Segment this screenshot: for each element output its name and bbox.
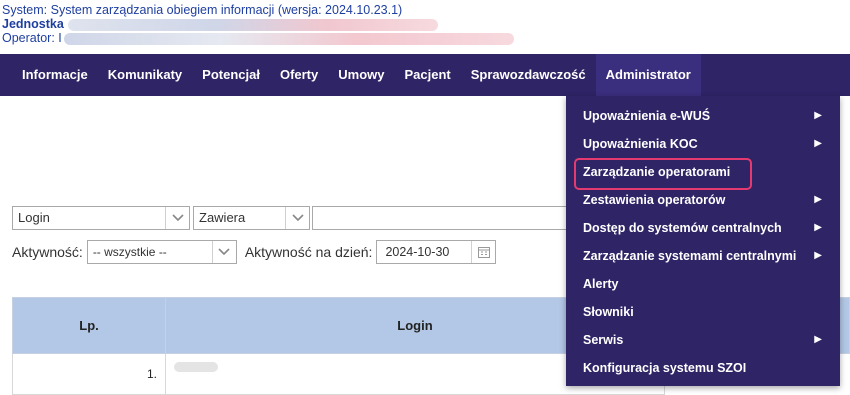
menu-item-zarzadzanie-systemami[interactable]: Zarządzanie systemami centralnymi ▶ [566,242,840,270]
operator-select-value: Zawiera [199,210,246,225]
calendar-icon[interactable] [471,241,495,263]
menu-item-label: Serwis [583,333,624,347]
administrator-menu: Upoważnienia e-WUŚ ▶ Upoważnienia KOC ▶ … [566,96,840,386]
system-line: System: System zarządzania obiegiem info… [2,3,514,17]
unit-label: Jednostka [2,17,64,31]
nav-item-informacje[interactable]: Informacje [12,54,98,96]
row-number: 1. [146,367,157,381]
menu-item-alerty[interactable]: Alerty [566,270,840,298]
nav-item-komunikaty[interactable]: Komunikaty [98,54,192,96]
menu-item-zarzadzanie-operatorami[interactable]: Zarządzanie operatorami [566,158,840,190]
field-select[interactable]: Login [12,206,190,230]
activity-select[interactable]: -- wszystkie -- [86,240,237,264]
activity-select-value: -- wszystkie -- [92,245,167,259]
menu-item-dostep-systemow[interactable]: Dostęp do systemów centralnych ▶ [566,214,840,242]
submenu-arrow-icon: ▶ [814,250,822,261]
nav-item-oferty[interactable]: Oferty [270,54,328,96]
menu-item-upowaznienia-ewus[interactable]: Upoważnienia e-WUŚ ▶ [566,102,840,130]
menu-item-zestawienia-operatorow[interactable]: Zestawienia operatorów ▶ [566,186,840,214]
system-version: (wersja: 2024.10.23.1) [277,3,403,17]
menu-item-label: Zarządzanie systemami centralnymi [583,249,797,263]
unit-redacted [67,18,438,31]
nav-item-sprawozdawczosc[interactable]: Sprawozdawczość [461,54,596,96]
menu-item-slowniki[interactable]: Słowniki [566,298,840,326]
menu-item-serwis[interactable]: Serwis ▶ [566,326,840,354]
menu-item-label: Zarządzanie operatorami [583,165,731,179]
table-row: 1. [12,354,166,395]
chevron-down-icon [211,241,236,263]
submenu-arrow-icon: ▶ [814,138,822,149]
field-select-value: Login [18,210,50,225]
operator-label: Operator: I [2,31,62,45]
operator-select[interactable]: Zawiera [193,206,310,230]
submenu-arrow-icon: ▶ [814,194,822,205]
menu-item-konfiguracja-szoi[interactable]: Konfiguracja systemu SZOI [566,354,840,382]
menu-item-label: Słowniki [583,305,634,319]
menu-item-label: Konfiguracja systemu SZOI [583,361,747,375]
activity-date-label: Aktywność na dzień: [244,244,373,260]
operator-redacted [63,32,514,45]
submenu-arrow-icon: ▶ [814,222,822,233]
menu-item-label: Upoważnienia KOC [583,137,698,151]
menu-item-label: Zestawienia operatorów [583,193,726,207]
column-header-lp[interactable]: Lp. [12,297,166,354]
nav-item-potencjal[interactable]: Potencjał [192,54,270,96]
chevron-down-icon [165,207,189,229]
system-name: System: System zarządzania obiegiem info… [2,3,275,17]
submenu-arrow-icon: ▶ [814,334,822,345]
login-redacted [174,362,218,372]
nav-item-pacjent[interactable]: Pacjent [394,54,460,96]
menu-item-label: Alerty [583,277,619,291]
search-input[interactable] [312,206,570,230]
activity-date-input[interactable]: 2024-10-30 [376,240,497,264]
chevron-down-icon [285,207,309,229]
menu-item-upowaznienia-koc[interactable]: Upoważnienia KOC ▶ [566,130,840,158]
menu-item-label: Dostęp do systemów centralnych [583,221,782,235]
nav-item-administrator[interactable]: Administrator [595,54,701,96]
activity-row: Aktywność: -- wszystkie -- Aktywność na … [12,240,497,264]
activity-label: Aktywność: [12,244,83,260]
system-header: System: System zarządzania obiegiem info… [2,3,514,45]
unit-line: Jednostka [2,17,514,31]
main-nav: Informacje Komunikaty Potencjał Oferty U… [0,54,850,96]
operator-line: Operator: I [2,31,514,45]
nav-item-umowy[interactable]: Umowy [328,54,394,96]
activity-date-value: 2024-10-30 [385,245,450,259]
menu-item-label: Upoważnienia e-WUŚ [583,109,711,123]
submenu-arrow-icon: ▶ [814,110,822,121]
